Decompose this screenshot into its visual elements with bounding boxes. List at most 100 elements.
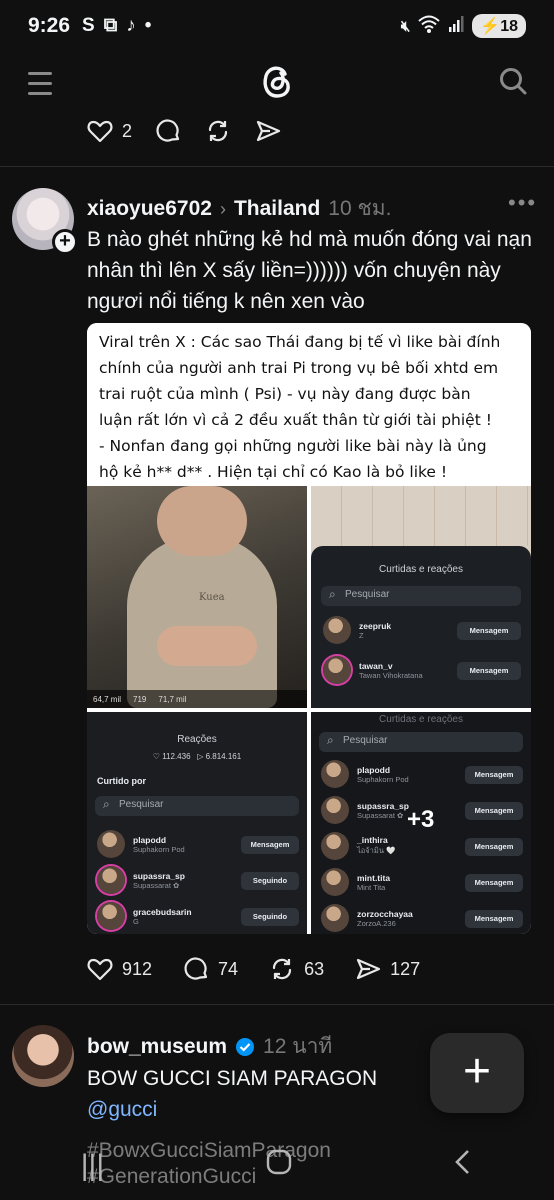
play-total: 6.814.161 [205, 752, 242, 761]
avatar [97, 830, 125, 858]
row-name: plapodd [133, 834, 167, 845]
caption-line: Viral trên X : Các sao Thái đang bị tế v… [99, 333, 501, 351]
reply-button[interactable]: 74 [182, 955, 238, 983]
community-name[interactable]: Thailand [234, 197, 320, 221]
avatar [323, 616, 351, 644]
stat-shares: 71,7 mil [158, 694, 187, 704]
avatar[interactable] [12, 1025, 74, 1087]
row-sub: Suphakorn Pod [133, 844, 185, 854]
message-button[interactable]: Mensagem [465, 910, 523, 928]
row-sub: G [133, 916, 139, 926]
menu-icon[interactable] [28, 72, 52, 102]
prev-post-actions: 2 [86, 117, 282, 145]
repost-button[interactable] [204, 117, 232, 145]
media-screenshot-3[interactable]: Reações ♡ 112.436 ▷ 6.814.161 Curtido po… [87, 712, 307, 934]
heart-icon: ♡ [152, 752, 160, 761]
signal-icon [448, 16, 464, 36]
following-button[interactable]: Seguindo [241, 872, 299, 890]
post-divider [0, 1004, 554, 1005]
shirt-shape [127, 536, 277, 708]
follow-plus-icon[interactable]: + [52, 229, 78, 255]
more-options-icon[interactable]: ••• [508, 190, 537, 216]
face-shape [157, 486, 247, 556]
chevron-right-icon: › [219, 199, 226, 219]
new-post-button[interactable]: + [430, 1033, 524, 1113]
panel-title: Curtidas e reações [379, 714, 463, 725]
post-media-grid[interactable]: Viral trên X : Các sao Thái đang bị tế v… [87, 323, 531, 934]
message-button[interactable]: Mensagem [465, 766, 523, 784]
post-actions: 912 74 63 127 [86, 955, 420, 983]
avatar [321, 832, 349, 860]
row-sub: Tawan Vihokratana [359, 670, 423, 680]
threads-logo-icon[interactable] [256, 60, 298, 102]
row-name: _inthira [357, 835, 388, 845]
reply-button[interactable] [154, 117, 182, 145]
heart-icon [87, 120, 113, 143]
message-button[interactable]: Mensagem [465, 838, 523, 856]
share-button[interactable]: 127 [354, 955, 420, 983]
more-images-count[interactable]: +3 [407, 806, 434, 834]
status-left-icons: S ⧉ ♪ • [82, 15, 151, 37]
stat-comments: 719 [133, 694, 147, 704]
post-header: bow_museum 12 นาที [87, 1030, 332, 1063]
post-line: ngươi nổi tiếng k nên xen vào [87, 290, 365, 313]
repost-icon [272, 958, 292, 980]
panel-search-input[interactable]: Pesquisar [319, 732, 523, 752]
status-time: 9:26 [28, 14, 71, 37]
media-photo-man[interactable]: Kuea 64,7 mil 719 71,7 mil [87, 486, 307, 708]
battery-indicator: ⚡18 [472, 14, 526, 38]
post-time: 12 นาที [263, 1035, 333, 1058]
username[interactable]: xiaoyue6702 [87, 197, 212, 221]
search-icon[interactable] [498, 66, 528, 96]
like-button[interactable]: 2 [86, 117, 132, 145]
avatar [321, 868, 349, 896]
send-icon [256, 120, 281, 142]
share-button[interactable] [254, 117, 282, 145]
caption-image[interactable]: Viral trên X : Các sao Thái đang bị tế v… [87, 323, 531, 486]
row-sub: ไอจ้ามิน 🤍 [357, 846, 396, 855]
system-nav-bar: ||| [0, 1132, 554, 1200]
repost-button[interactable]: 63 [268, 955, 324, 983]
message-button[interactable]: Mensagem [457, 662, 521, 680]
message-button[interactable]: Mensagem [465, 802, 523, 820]
panel-search-input[interactable]: Pesquisar [95, 796, 299, 816]
reaction-row: tawan_v Tawan Vihokratana [323, 656, 423, 684]
reactions-panel: Curtidas e reações Pesquisar zeeprukZ Me… [311, 546, 531, 708]
row-name: gracebudsarin [133, 906, 192, 917]
status-right-icons: 🔇︎ ⚡18 [401, 14, 526, 38]
panel-search-input[interactable]: Pesquisar [321, 586, 521, 606]
avatar [321, 904, 349, 932]
hands-shape [157, 626, 257, 666]
post-line: BOW GUCCI SIAM PARAGON [87, 1067, 378, 1090]
send-icon [357, 958, 381, 980]
like-total: 112.436 [162, 752, 191, 761]
avatar [97, 866, 125, 894]
caption-line: hộ kẻ h** d** . Hiện tại chỉ có Kao là b… [99, 463, 448, 481]
caption-line: trai ruột của mình ( Psi) - vụ này đang … [99, 385, 471, 403]
post-time: 10 ชม. [328, 197, 392, 220]
row-name: zorzocchayaa [357, 908, 413, 919]
message-button[interactable]: Mensagem [457, 622, 521, 640]
row-sub: Mint Tita [357, 882, 386, 892]
row-name: tawan_v [359, 660, 393, 671]
username[interactable]: bow_museum [87, 1035, 227, 1059]
media-screenshot-4[interactable]: Curtidas e reações Pesquisar plapoddSuph… [311, 712, 531, 934]
media-stats: 64,7 mil 719 71,7 mil [87, 690, 307, 708]
message-button[interactable]: Mensagem [241, 836, 299, 854]
message-button[interactable]: Mensagem [465, 874, 523, 892]
reply-count: 74 [218, 958, 239, 979]
row-sub: Z [359, 630, 364, 640]
reaction-row: supassra_sp Supassarat ✿ [97, 866, 185, 894]
mention-link[interactable]: @gucci [87, 1094, 377, 1125]
following-button[interactable]: Seguindo [241, 908, 299, 926]
post-line: B nào ghét những kẻ hd mà muốn đóng vai … [87, 228, 532, 251]
recent-apps-icon[interactable]: ||| [81, 1149, 104, 1183]
reaction-row: _inthira ไอจ้ามิน 🤍 [321, 832, 395, 860]
home-icon[interactable] [266, 1149, 292, 1183]
reaction-row: plapodd Suphakorn Pod [321, 760, 409, 788]
row-name: supassra_sp [357, 800, 409, 811]
like-button[interactable]: 912 [86, 955, 152, 983]
back-icon[interactable] [453, 1149, 473, 1183]
dot-icon: • [144, 15, 152, 36]
media-screenshot-2[interactable]: Curtidas e reações Pesquisar zeeprukZ Me… [311, 486, 531, 708]
